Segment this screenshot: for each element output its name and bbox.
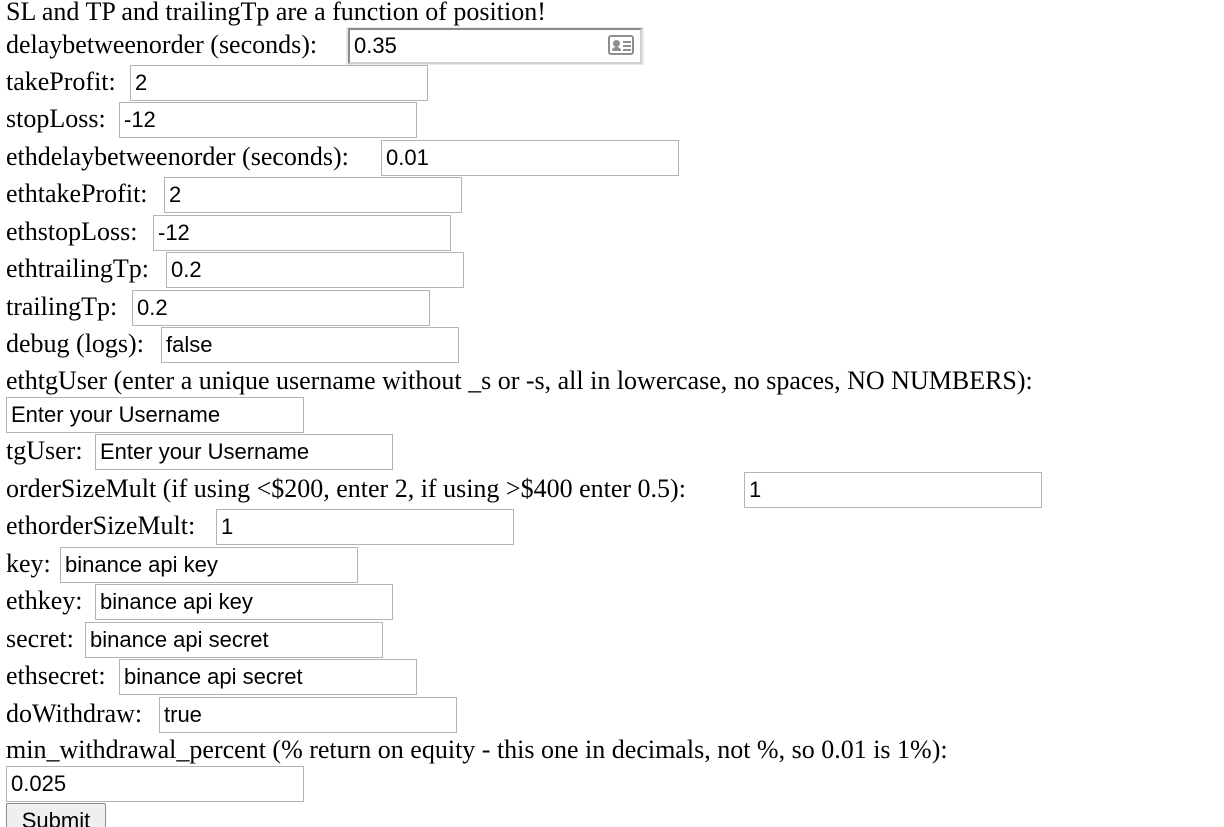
ethstopLoss-row: ethstopLoss: bbox=[6, 217, 137, 247]
ethsecret-row: ethsecret: bbox=[6, 661, 106, 691]
key-input[interactable] bbox=[60, 547, 358, 583]
secret-row: secret: bbox=[6, 624, 74, 654]
ethtgUser-label: ethtgUser (enter a unique username witho… bbox=[6, 366, 1033, 395]
ethtakeProfit-row: ethtakeProfit: bbox=[6, 179, 148, 209]
orderSizeMult-row: orderSizeMult (if using <$200, enter 2, … bbox=[6, 474, 686, 504]
ethsecret-label: ethsecret: bbox=[6, 661, 106, 690]
contact-card-line bbox=[623, 41, 631, 43]
ethdelaybetweenorder-row: ethdelaybetweenorder (seconds): bbox=[6, 142, 349, 172]
trailingTp-row: trailingTp: bbox=[6, 292, 117, 322]
contact-card-line bbox=[623, 45, 631, 47]
heading-text: SL and TP and trailingTp are a function … bbox=[6, 0, 546, 26]
doWithdraw-row: doWithdraw: bbox=[6, 699, 142, 729]
doWithdraw-input[interactable] bbox=[159, 697, 457, 733]
tgUser-input[interactable] bbox=[95, 434, 393, 470]
secret-input[interactable] bbox=[85, 622, 383, 658]
tgUser-label: tgUser: bbox=[6, 436, 83, 465]
debug-label: debug (logs): bbox=[6, 329, 144, 358]
ethorderSizeMult-input[interactable] bbox=[216, 509, 514, 545]
debug-row: debug (logs): bbox=[6, 329, 144, 359]
contact-card-icon[interactable] bbox=[608, 35, 634, 55]
trailingTp-input[interactable] bbox=[132, 290, 430, 326]
min-withdrawal-percent-row: min_withdrawal_percent (% return on equi… bbox=[6, 735, 948, 765]
key-label: key: bbox=[6, 549, 51, 578]
ethstopLoss-label: ethstopLoss: bbox=[6, 217, 138, 246]
takeProfit-row: takeProfit: bbox=[6, 67, 116, 97]
min-withdrawal-percent-label: min_withdrawal_percent (% return on equi… bbox=[6, 735, 948, 764]
trailingTp-label: trailingTp: bbox=[6, 292, 118, 321]
ethdelaybetweenorder-input[interactable] bbox=[381, 140, 679, 176]
ethsecret-input[interactable] bbox=[119, 659, 417, 695]
settings-form: SL and TP and trailingTp are a function … bbox=[0, 0, 1224, 827]
ethorderSizeMult-row: ethorderSizeMult: bbox=[6, 511, 195, 541]
takeProfit-label: takeProfit: bbox=[6, 67, 116, 96]
key-row: key: bbox=[6, 549, 51, 579]
debug-input[interactable] bbox=[161, 327, 459, 363]
ethkey-row: ethkey: bbox=[6, 586, 83, 616]
contact-card-body bbox=[612, 47, 621, 51]
secret-label: secret: bbox=[6, 624, 74, 653]
stopLoss-label: stopLoss: bbox=[6, 104, 106, 133]
doWithdraw-label: doWithdraw: bbox=[6, 699, 143, 728]
min-withdrawal-percent-input[interactable] bbox=[6, 766, 304, 802]
form-heading: SL and TP and trailingTp are a function … bbox=[6, 0, 546, 27]
ethtakeProfit-label: ethtakeProfit: bbox=[6, 179, 148, 208]
orderSizeMult-label: orderSizeMult (if using <$200, enter 2, … bbox=[6, 474, 686, 503]
takeProfit-input[interactable] bbox=[130, 65, 428, 101]
ethtgUser-row: ethtgUser (enter a unique username witho… bbox=[6, 366, 1033, 396]
contact-card-head bbox=[613, 40, 620, 47]
submit-button[interactable]: Submit bbox=[6, 803, 106, 827]
ethtrailingTp-row: ethtrailingTp: bbox=[6, 254, 149, 284]
stopLoss-row: stopLoss: bbox=[6, 104, 106, 134]
ethstopLoss-input[interactable] bbox=[153, 215, 451, 251]
delaybetweenorder-row: delaybetweenorder (seconds): bbox=[6, 30, 317, 60]
delaybetweenorder-input[interactable] bbox=[348, 28, 642, 64]
ethorderSizeMult-label: ethorderSizeMult: bbox=[6, 511, 196, 540]
ethtgUser-input[interactable] bbox=[6, 397, 304, 433]
delaybetweenorder-label: delaybetweenorder (seconds): bbox=[6, 30, 318, 59]
contact-card-line bbox=[623, 49, 631, 51]
tgUser-row: tgUser: bbox=[6, 436, 83, 466]
ethkey-label: ethkey: bbox=[6, 586, 83, 615]
ethtrailingTp-input[interactable] bbox=[166, 252, 464, 288]
ethtrailingTp-label: ethtrailingTp: bbox=[6, 254, 149, 283]
orderSizeMult-input[interactable] bbox=[744, 472, 1042, 508]
ethdelaybetweenorder-label: ethdelaybetweenorder (seconds): bbox=[6, 142, 349, 171]
ethkey-input[interactable] bbox=[95, 584, 393, 620]
ethtakeProfit-input[interactable] bbox=[164, 177, 462, 213]
stopLoss-input[interactable] bbox=[119, 102, 417, 138]
